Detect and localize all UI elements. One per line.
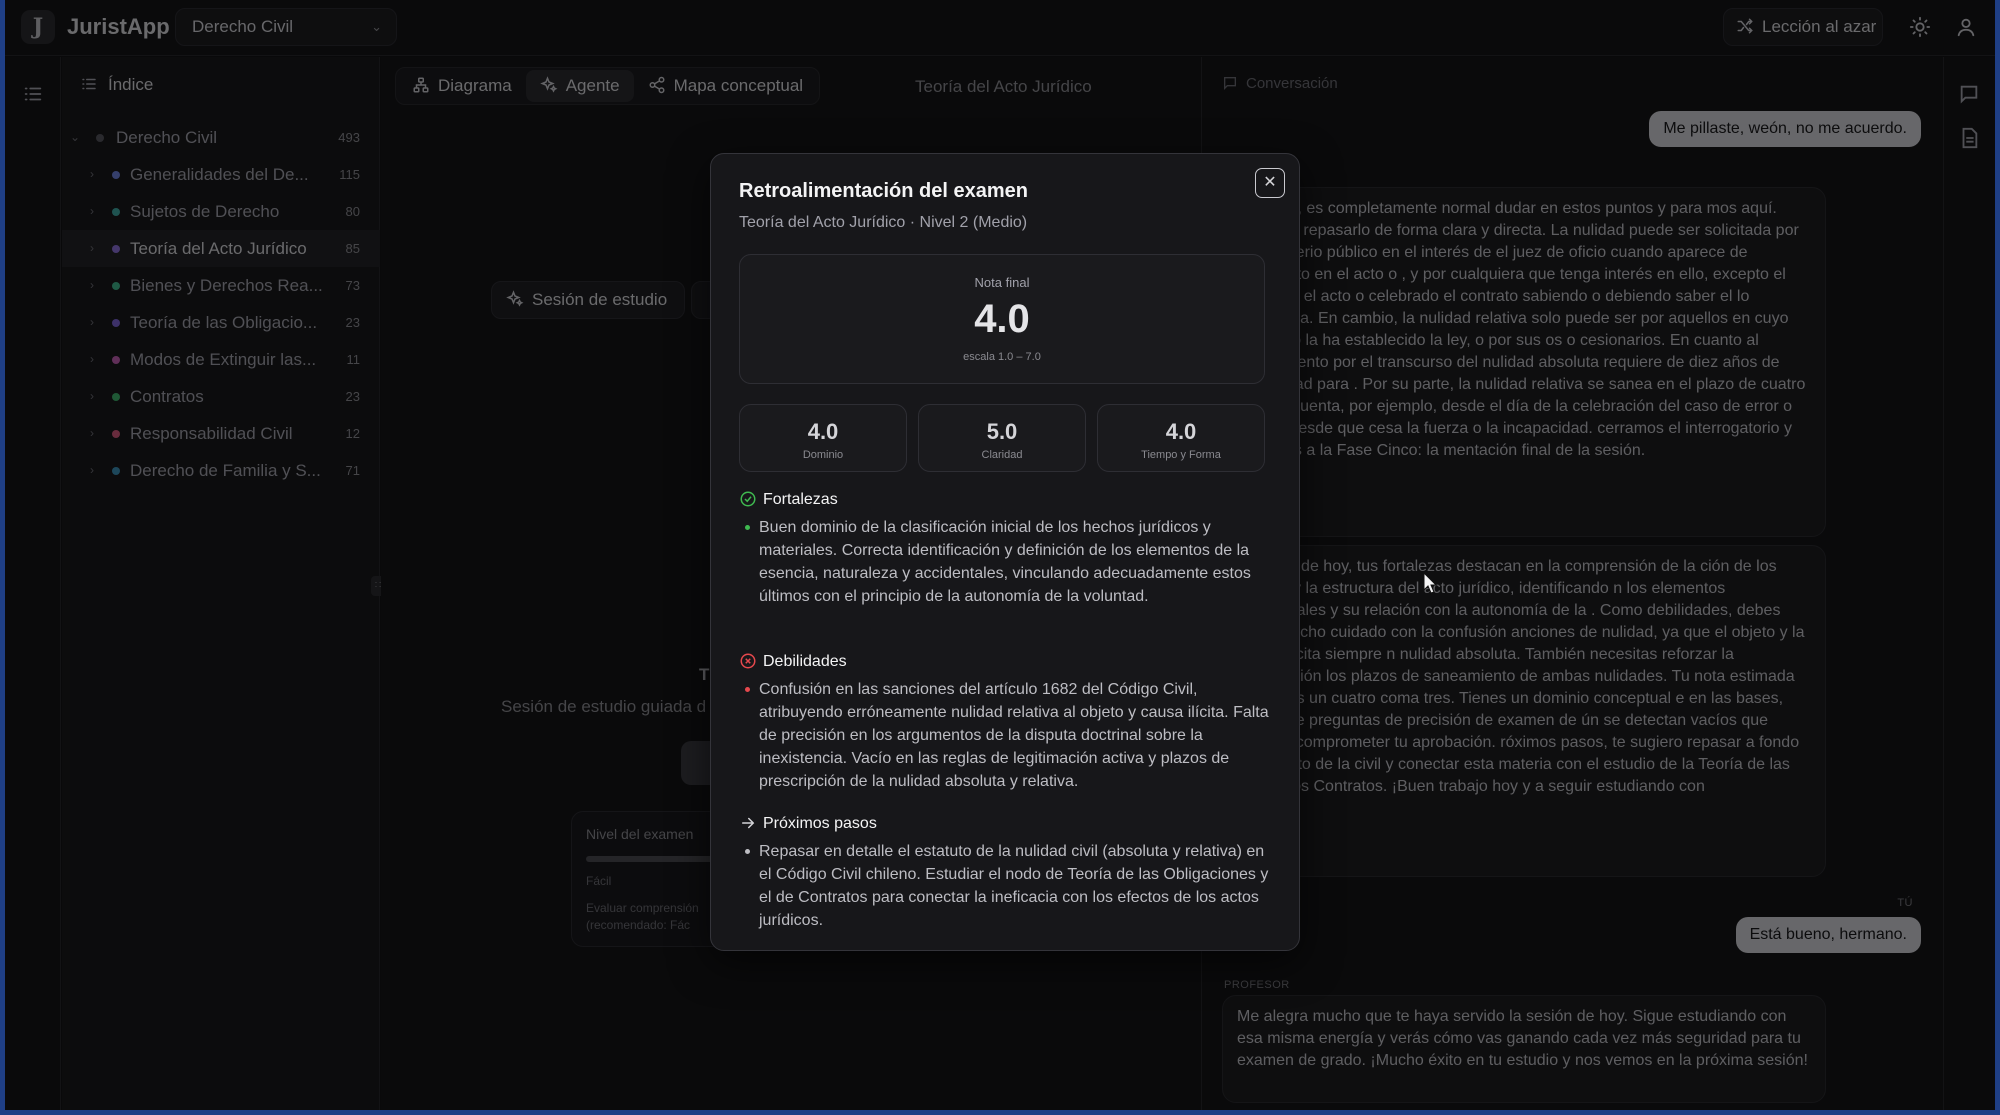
score-card-dominio: 4.0 Dominio (739, 404, 907, 472)
weakness-item: Confusión en las sanciones del artículo … (745, 678, 1269, 793)
next-steps-heading: Próximos pasos (739, 814, 877, 833)
weakness-text: Confusión en las sanciones del artículo … (759, 681, 1269, 790)
weaknesses-title: Debilidades (763, 653, 847, 670)
bullet-dot (745, 687, 750, 692)
strengths-heading: Fortalezas (739, 490, 838, 509)
bullet-dot (745, 849, 750, 854)
final-grade-card: Nota final 4.0 escala 1.0 – 7.0 (739, 254, 1265, 384)
arrow-right-icon (742, 817, 755, 829)
x-circle-icon (740, 653, 756, 669)
score-value: 4.0 (807, 419, 839, 444)
bullet-dot (745, 525, 750, 530)
weaknesses-heading: Debilidades (739, 652, 847, 671)
close-icon: ✕ (1263, 174, 1277, 191)
score-label: Dominio (802, 449, 844, 461)
next-step-text: Repasar en detalle el estatuto de la nul… (759, 843, 1269, 929)
score-card-claridad: 5.0 Claridad (918, 404, 1086, 472)
next-steps-title: Próximos pasos (763, 815, 877, 832)
app-window: J JuristApp Derecho Civil ⌄ Lección al a… (5, 0, 1995, 1110)
score-label: Claridad (981, 449, 1023, 461)
score-value: 4.0 (1165, 419, 1197, 444)
final-grade-scale: escala 1.0 – 7.0 (963, 351, 1041, 363)
close-button[interactable]: ✕ (1255, 168, 1285, 198)
next-step-item: Repasar en detalle el estatuto de la nul… (745, 840, 1269, 932)
final-grade-value: 4.0 (974, 297, 1030, 341)
modal-title: Retroalimentación del examen (739, 180, 1028, 202)
strength-item: Buen dominio de la clasificación inicial… (745, 516, 1269, 608)
modal-subtitle: Teoría del Acto Jurídico · Nivel 2 (Medi… (739, 214, 1028, 231)
score-label: Tiempo y Forma (1141, 449, 1221, 461)
mouse-cursor-icon (1423, 572, 1437, 594)
score-card-tiempo-forma: 4.0 Tiempo y Forma (1097, 404, 1265, 472)
strengths-title: Fortalezas (763, 491, 838, 508)
final-grade-label: Nota final (974, 275, 1030, 290)
strength-text: Buen dominio de la clasificación inicial… (759, 519, 1251, 605)
check-circle-icon (740, 491, 756, 507)
score-value: 5.0 (986, 419, 1018, 444)
feedback-modal: ✕ Retroalimentación del examen Teoría de… (710, 153, 1300, 951)
